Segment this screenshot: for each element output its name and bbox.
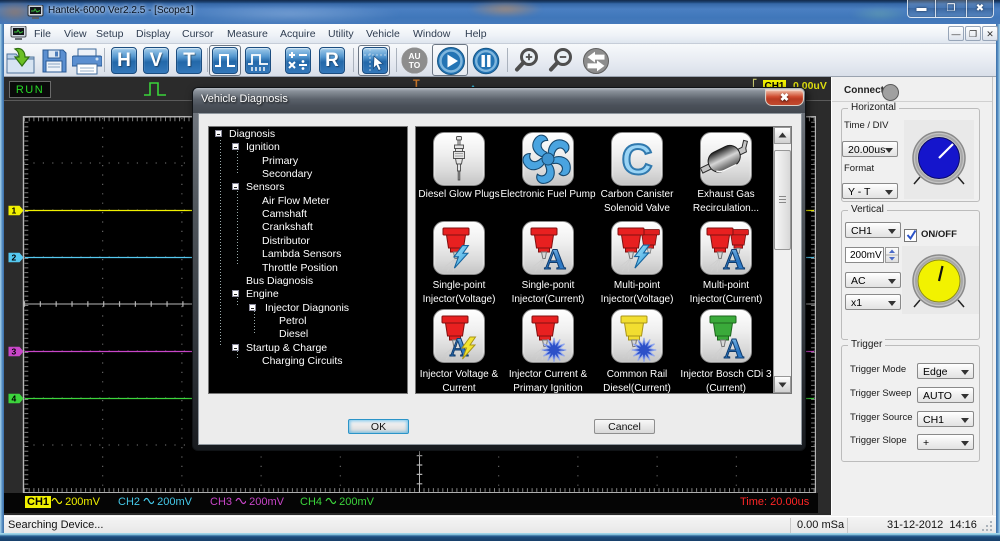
- svg-text:C: C: [621, 136, 652, 184]
- svg-text:3: 3: [12, 347, 17, 357]
- svg-text:4: 4: [12, 394, 17, 404]
- svg-text:A: A: [723, 243, 745, 275]
- svg-text:A: A: [724, 334, 745, 363]
- svg-text:2: 2: [12, 253, 17, 263]
- svg-text:1: 1: [12, 206, 17, 216]
- svg-text:TO: TO: [409, 60, 421, 70]
- svg-text:A: A: [544, 243, 566, 275]
